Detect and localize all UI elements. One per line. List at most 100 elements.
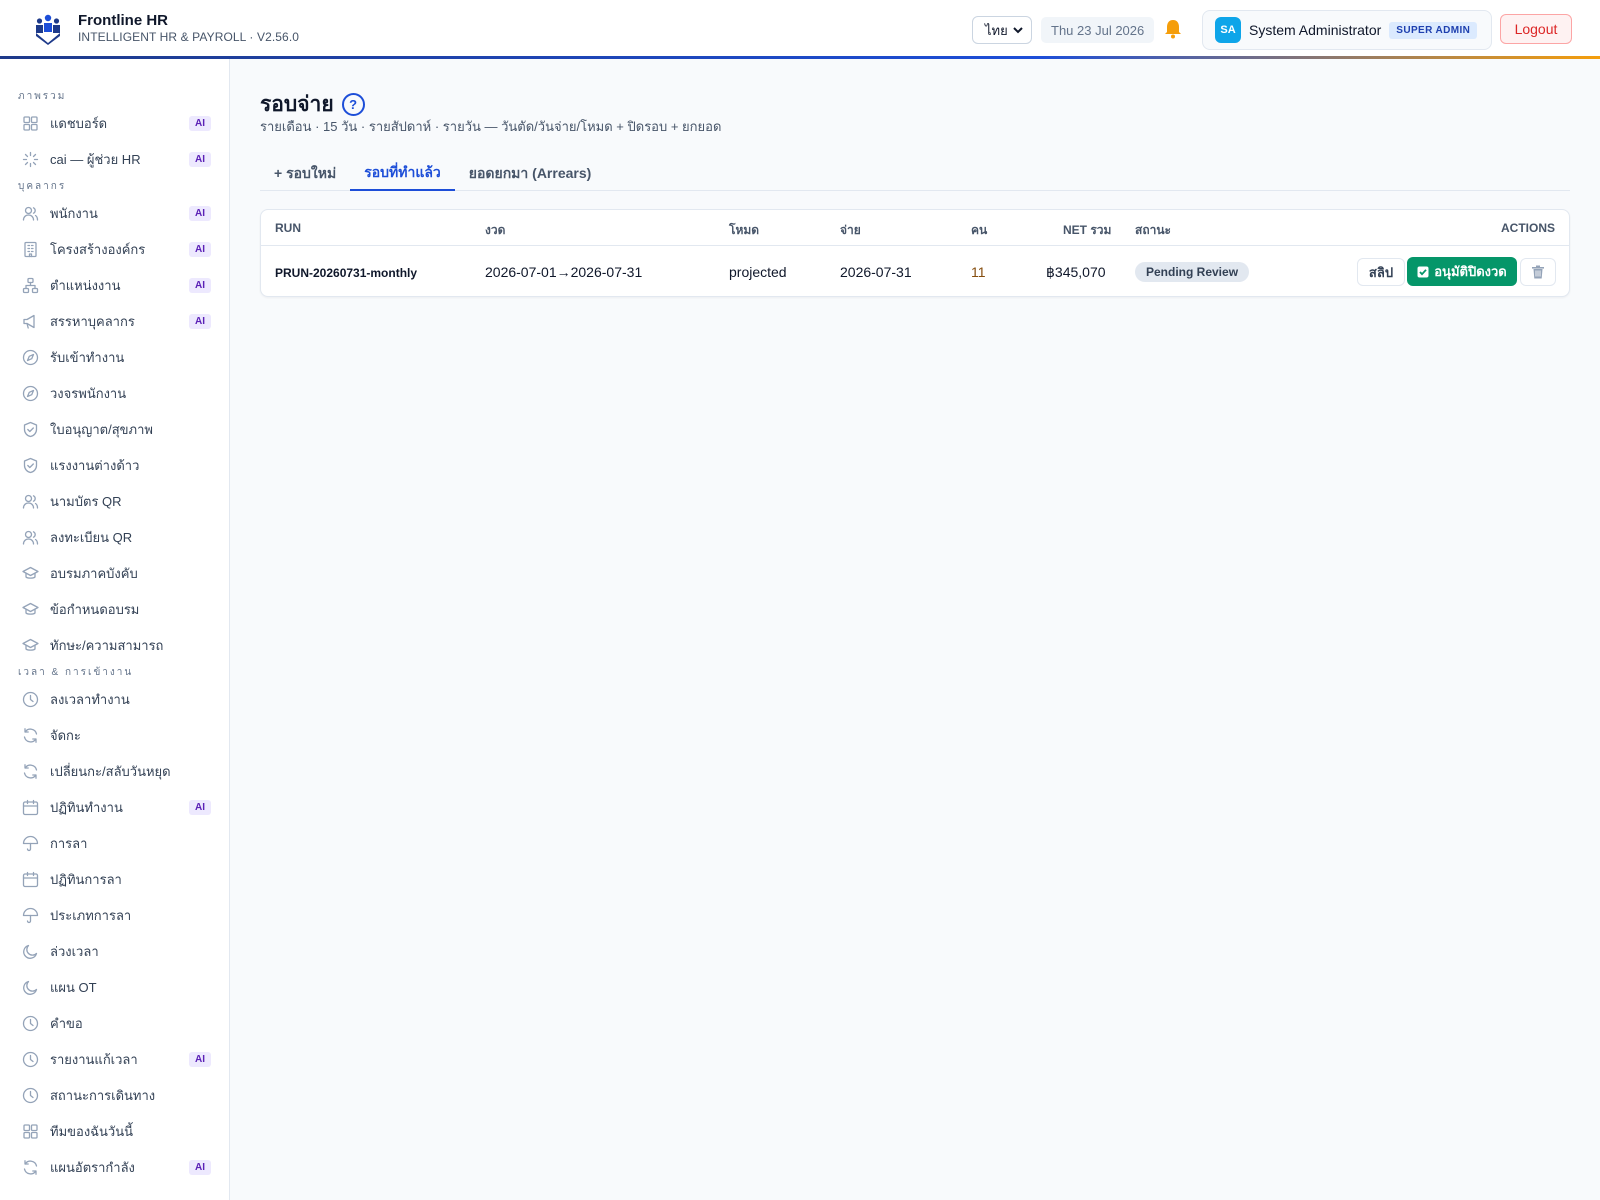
sidebar-item[interactable]: โครงสร้างองค์กร AI: [0, 231, 229, 267]
tab-completed-runs[interactable]: รอบที่ทำแล้ว: [350, 157, 455, 191]
sidebar-item-label: ล่วงเวลา: [50, 943, 99, 959]
sidebar-item-label: แผน OT: [50, 979, 97, 995]
sidebar-item[interactable]: สรรหาบุคลากร AI: [0, 303, 229, 339]
tab-arrears[interactable]: ยอดยกมา (Arrears): [455, 157, 606, 191]
sidebar-item[interactable]: แรงงานต่างด้าว: [0, 447, 229, 483]
avatar: SA: [1215, 17, 1241, 43]
column-header-mode: โหมด: [729, 223, 760, 237]
sidebar-item[interactable]: ใบอนุญาต/สุขภาพ: [0, 411, 229, 447]
user-menu[interactable]: SA System Administrator SUPER ADMIN: [1202, 10, 1492, 50]
sidebar-item[interactable]: ทีมของฉันวันนี้: [0, 1113, 229, 1149]
table-row[interactable]: PRUN-20260731-monthly 2026-07-01→2026-07…: [261, 246, 1569, 298]
sidebar-item[interactable]: แผน OT: [0, 969, 229, 1005]
clock-icon: [22, 1015, 39, 1032]
header-accent-bar: [0, 56, 1600, 59]
sidebar-item[interactable]: การลา: [0, 825, 229, 861]
sidebar-item[interactable]: ปฏิทินทำงาน AI: [0, 789, 229, 825]
sidebar-item-label: สรรหาบุคลากร: [50, 313, 135, 329]
sidebar-item-label: ลงทะเบียน QR: [50, 529, 133, 545]
shield-icon: [22, 421, 39, 438]
sidebar-item[interactable]: ปฏิทินการลา: [0, 861, 229, 897]
sidebar-item[interactable]: อบรมภาคบังคับ: [0, 555, 229, 591]
sidebar-item[interactable]: เปลี่ยนกะ/สลับวันหยุด: [0, 753, 229, 789]
sidebar-item[interactable]: แผนอัตรากำลัง AI: [0, 1149, 229, 1185]
moon-icon: [22, 979, 39, 996]
column-header-net: NET รวม: [1063, 223, 1112, 237]
clock-icon: [22, 1051, 39, 1068]
language-value: ไทย: [985, 22, 1008, 38]
sidebar-item[interactable]: จัดกะ: [0, 717, 229, 753]
net-total-cell: ฿345,070: [1046, 264, 1106, 280]
chevron-down-icon: [1013, 27, 1023, 34]
sidebar-item-label: รับเข้าทำงาน: [50, 349, 125, 365]
column-header-actions: ACTIONS: [1501, 221, 1555, 235]
sidebar-item[interactable]: ข้อกำหนดอบรม: [0, 591, 229, 627]
sidebar-item-label: ใบอนุญาต/สุขภาพ: [50, 421, 153, 437]
sidebar-item[interactable]: รายงานแก้เวลา AI: [0, 1041, 229, 1077]
sidebar-item[interactable]: วงจรพนักงาน: [0, 375, 229, 411]
sidebar-item-label: ลงเวลาทำงาน: [50, 691, 130, 707]
column-header-status: สถานะ: [1135, 223, 1171, 237]
sidebar-item-label: ทีมของฉันวันนี้: [50, 1123, 133, 1139]
building-icon: [22, 241, 39, 258]
sidebar-item[interactable]: พนักงาน AI: [0, 195, 229, 231]
approve-close-period-button[interactable]: อนุมัติปิดงวด: [1407, 257, 1517, 286]
bell-icon[interactable]: [1162, 18, 1184, 40]
pay-date-cell: 2026-07-31: [840, 264, 912, 280]
sidebar-item[interactable]: สถานะการเดินทาง: [0, 1077, 229, 1113]
calendar-icon: [22, 799, 39, 816]
logout-button[interactable]: Logout: [1500, 14, 1572, 44]
user-name: System Administrator: [1249, 22, 1382, 38]
sidebar: ภาพรวม แดชบอร์ด AI cai — ผู้ช่วย HR AI บุคลาก…: [0, 59, 230, 1200]
calendar-icon: [22, 871, 39, 888]
language-select[interactable]: ไทย: [972, 16, 1032, 44]
sidebar-item-label: อบรมภาคบังคับ: [50, 565, 138, 581]
sidebar-item[interactable]: นามบัตร QR: [0, 483, 229, 519]
refresh-icon: [22, 1159, 39, 1176]
app-subtitle: INTELLIGENT HR & PAYROLL · V2.56.0: [78, 30, 300, 44]
brand[interactable]: Frontline HR INTELLIGENT HR & PAYROLL · …: [32, 12, 299, 45]
people-count-cell: 11: [971, 264, 986, 280]
sidebar-item-label: ข้อกำหนดอบรม: [50, 601, 140, 617]
sidebar-item[interactable]: รับเข้าทำงาน: [0, 339, 229, 375]
sidebar-item[interactable]: ประเภทการลา: [0, 897, 229, 933]
sidebar-item-label: เปลี่ยนกะ/สลับวันหยุด: [50, 763, 171, 779]
trash-icon: [1532, 265, 1544, 279]
graduation-cap-icon: [22, 637, 39, 654]
sidebar-item[interactable]: cai — ผู้ช่วย HR AI: [0, 141, 229, 177]
sidebar-item-label: จัดกะ: [50, 727, 81, 743]
sidebar-section-title: เวลา & การเข้างาน: [18, 667, 134, 678]
sidebar-item-label: การลา: [50, 835, 88, 851]
sidebar-item[interactable]: ทักษะ/ความสามารถ: [0, 627, 229, 663]
sidebar-item[interactable]: ลงเวลาทำงาน: [0, 681, 229, 717]
clock-icon: [22, 1087, 39, 1104]
sidebar-item[interactable]: ลงทะเบียน QR: [0, 519, 229, 555]
approve-label: อนุมัติปิดงวด: [1434, 264, 1507, 279]
sidebar-item-label: แผนอัตรากำลัง: [50, 1159, 135, 1175]
sidebar-item-label: พนักงาน: [50, 205, 98, 221]
column-header-run: RUN: [275, 221, 301, 235]
sidebar-item[interactable]: ตำแหน่งงาน AI: [0, 267, 229, 303]
sidebar-item[interactable]: แดชบอร์ด AI: [0, 105, 229, 141]
delete-button[interactable]: [1520, 258, 1556, 286]
mode-cell: projected: [729, 264, 787, 280]
date-display: Thu 23 Jul 2026: [1041, 17, 1155, 43]
slip-button[interactable]: สลิป: [1357, 258, 1405, 286]
ai-badge: AI: [189, 1052, 211, 1067]
sidebar-item-label: ทักษะ/ความสามารถ: [50, 637, 164, 653]
tab-bar: + รอบใหม่ รอบที่ทำแล้ว ยอดยกมา (Arrears): [260, 157, 1570, 191]
sidebar-item[interactable]: ล่วงเวลา: [0, 933, 229, 969]
sidebar-item[interactable]: คำขอ: [0, 1005, 229, 1041]
tab-new-run[interactable]: + รอบใหม่: [260, 157, 350, 191]
sidebar-item-label: ประเภทการลา: [50, 907, 132, 923]
sidebar-item-label: โครงสร้างองค์กร: [50, 241, 146, 257]
help-icon[interactable]: ?: [341, 93, 365, 116]
sidebar-item-label: ตำแหน่งงาน: [50, 277, 121, 293]
payroll-runs-table: RUN งวด โหมด จ่าย คน NET รวม สถานะ ACTIO…: [260, 209, 1570, 297]
sidebar-item-label: แรงงานต่างด้าว: [50, 457, 140, 473]
sidebar-item-label: คำขอ: [50, 1015, 83, 1031]
users-icon: [22, 493, 39, 510]
column-header-people: คน: [971, 223, 988, 237]
sidebar-item-label: วงจรพนักงาน: [50, 385, 127, 401]
run-id[interactable]: PRUN-20260731-monthly: [275, 266, 417, 280]
